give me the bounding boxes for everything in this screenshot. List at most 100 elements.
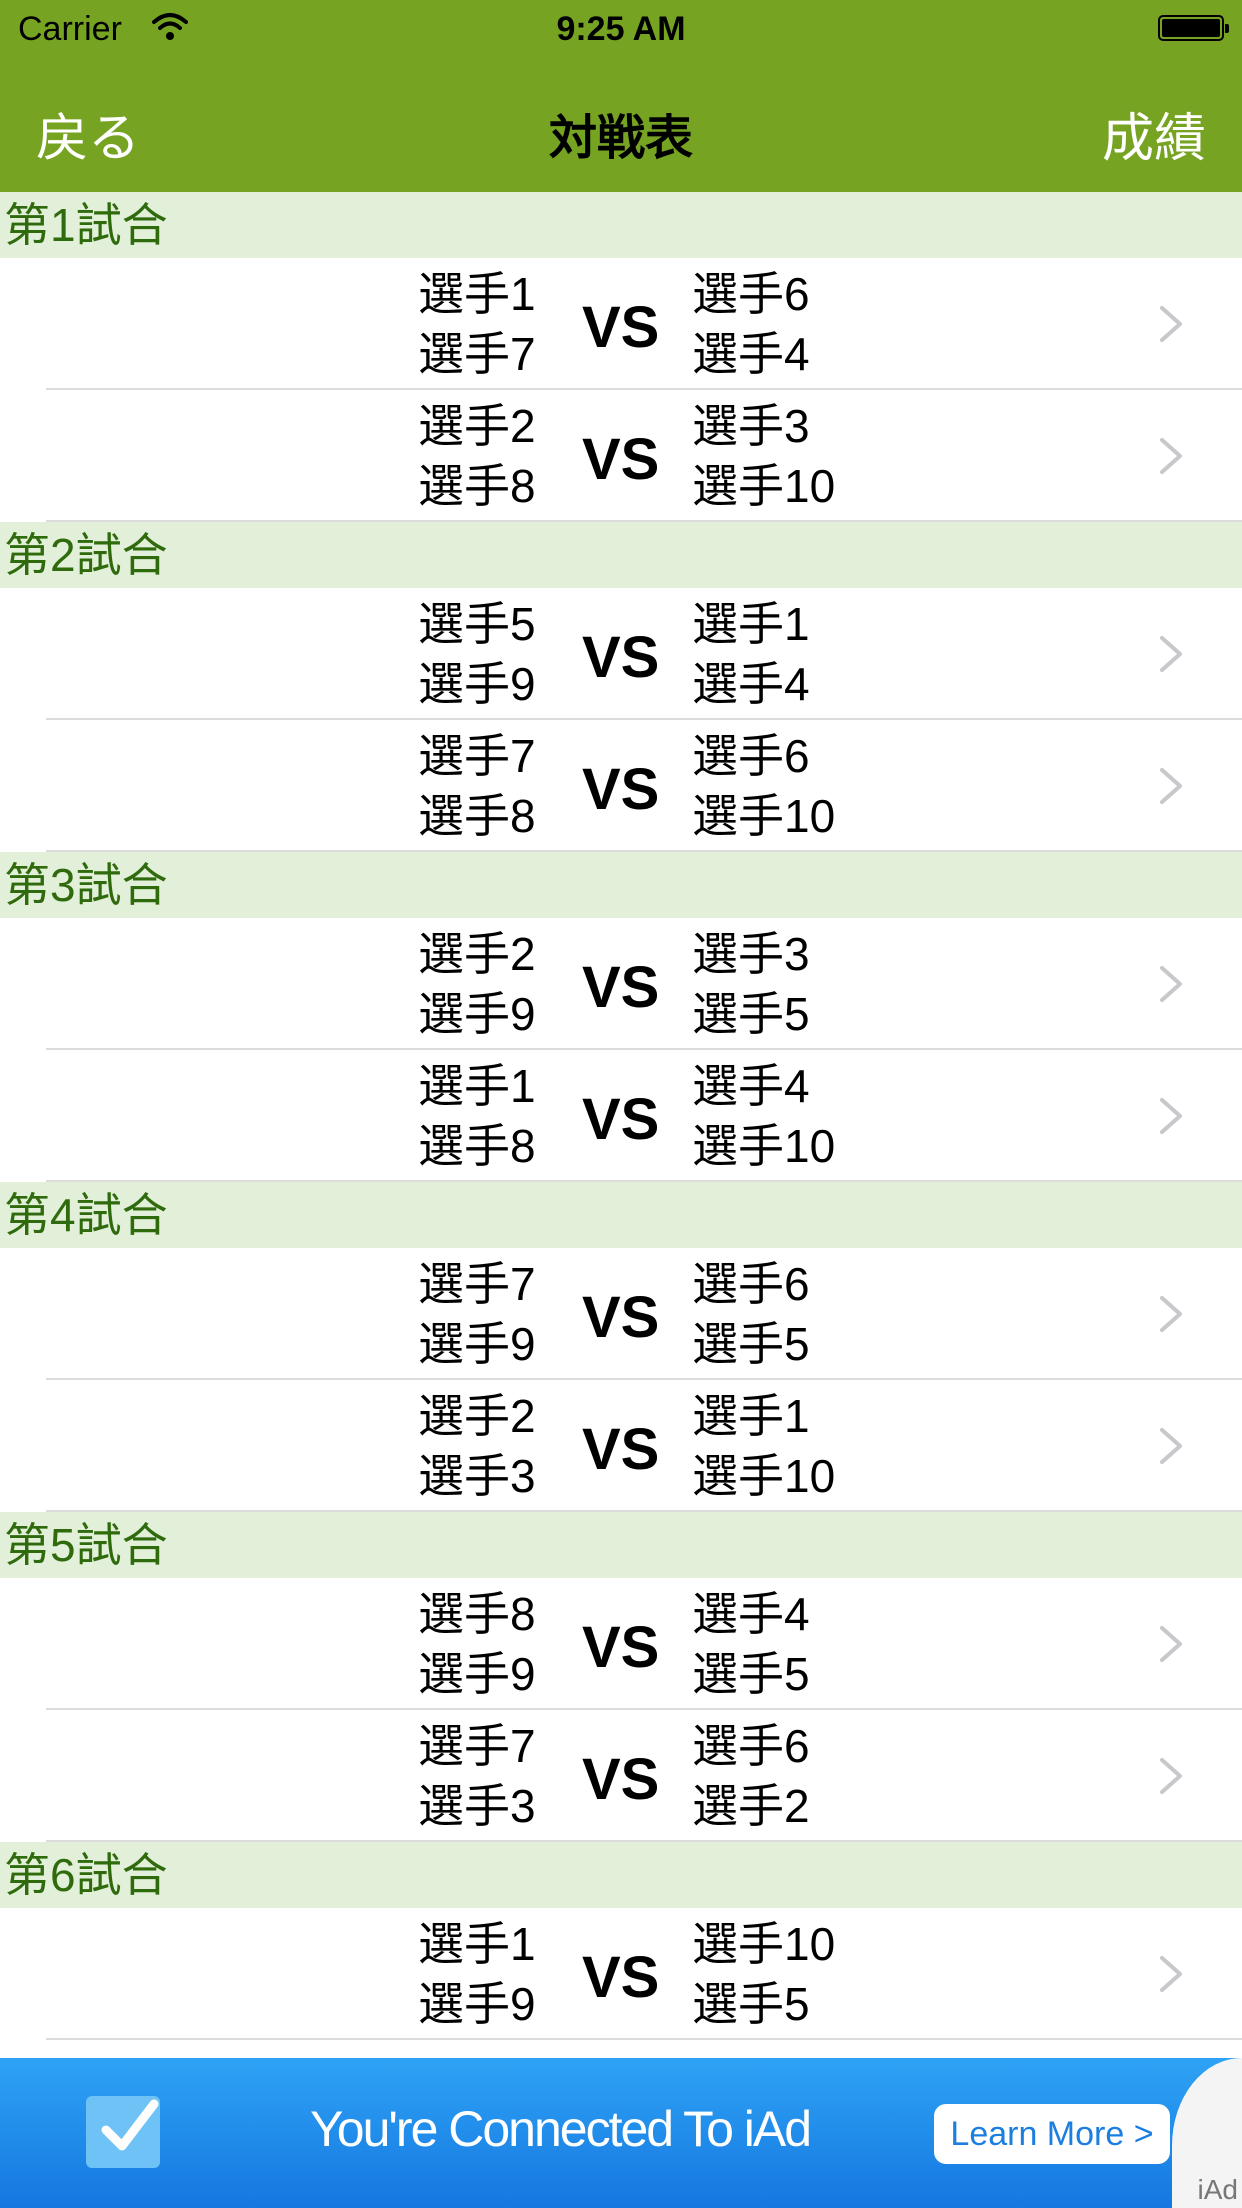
right-team: 選手10 選手5 xyxy=(692,1914,835,2034)
player-name: 選手6 xyxy=(692,1258,810,1310)
vs-label: VS xyxy=(582,1615,660,1680)
right-team: 選手3 選手5 xyxy=(692,924,810,1044)
vs-label: VS xyxy=(582,1087,660,1152)
checkmark-icon xyxy=(86,2096,160,2168)
match-row[interactable]: 選手5 選手9 VS 選手1 選手4 xyxy=(0,588,1242,720)
player-name: 選手5 xyxy=(692,1978,810,2030)
player-name: 選手8 xyxy=(418,790,536,842)
ad-message: You're Connected To iAd xyxy=(310,2101,812,2157)
player-name: 選手2 xyxy=(418,400,536,452)
left-team: 選手7 選手9 xyxy=(418,1254,536,1374)
player-name: 選手6 xyxy=(692,1720,810,1772)
player-name: 選手7 xyxy=(418,1258,536,1310)
chevron-right-icon xyxy=(1160,768,1182,804)
right-team: 選手1 選手4 xyxy=(692,594,810,714)
player-name: 選手4 xyxy=(692,328,810,380)
learn-more-button[interactable]: Learn More > xyxy=(934,2104,1170,2164)
player-name: 選手5 xyxy=(692,1648,810,1700)
chevron-right-icon xyxy=(1160,1626,1182,1662)
vs-label: VS xyxy=(582,1747,660,1812)
section-header: 第3試合 xyxy=(0,852,1242,918)
vs-label: VS xyxy=(582,1945,660,2010)
player-name: 選手1 xyxy=(418,1918,536,1970)
player-name: 選手3 xyxy=(692,928,810,980)
chevron-right-icon xyxy=(1160,306,1182,342)
player-name: 選手10 xyxy=(692,1918,836,1970)
player-name: 選手3 xyxy=(418,1450,536,1502)
player-name: 選手6 xyxy=(692,730,810,782)
chevron-right-icon xyxy=(1160,1296,1182,1332)
vs-label: VS xyxy=(582,625,660,690)
match-row[interactable]: 選手8 選手9 VS 選手4 選手5 xyxy=(0,1578,1242,1710)
navigation-bar: Carrier 9:25 AM 戻る 対戦表 成績 xyxy=(0,0,1242,192)
row-separator xyxy=(46,520,1242,522)
left-team: 選手1 選手9 xyxy=(418,1914,536,2034)
match-row[interactable]: 選手2 選手3 VS 選手1 選手10 xyxy=(0,1380,1242,1512)
player-name: 選手4 xyxy=(692,1588,810,1640)
player-name: 選手1 xyxy=(692,598,810,650)
left-team: 選手7 選手3 xyxy=(418,1716,536,1836)
match-row[interactable]: 選手1 選手8 VS 選手4 選手10 xyxy=(0,1050,1242,1182)
match-row[interactable]: 選手1 選手7 VS 選手6 選手4 xyxy=(0,258,1242,390)
player-name: 選手3 xyxy=(692,400,810,452)
player-name: 選手5 xyxy=(692,988,810,1040)
match-row[interactable]: 選手2 選手9 VS 選手3 選手5 xyxy=(0,918,1242,1050)
vs-label: VS xyxy=(582,955,660,1020)
player-name: 選手7 xyxy=(418,328,536,380)
player-name: 選手5 xyxy=(692,1318,810,1370)
left-team: 選手2 選手3 xyxy=(418,1386,536,1506)
chevron-right-icon xyxy=(1160,438,1182,474)
chevron-right-icon xyxy=(1160,636,1182,672)
player-name: 選手4 xyxy=(692,658,810,710)
chevron-right-icon xyxy=(1160,1098,1182,1134)
match-row[interactable]: 選手7 選手9 VS 選手6 選手5 xyxy=(0,1248,1242,1380)
match-row[interactable]: 選手7 選手3 VS 選手6 選手2 xyxy=(0,1710,1242,1842)
right-team: 選手4 選手10 xyxy=(692,1056,835,1176)
left-team: 選手2 選手8 xyxy=(418,396,536,516)
player-name: 選手2 xyxy=(418,1390,536,1442)
vs-label: VS xyxy=(582,1417,660,1482)
player-name: 選手8 xyxy=(418,1588,536,1640)
vs-label: VS xyxy=(582,1285,660,1350)
vs-label: VS xyxy=(582,427,660,492)
match-row[interactable]: 選手2 選手8 VS 選手3 選手10 xyxy=(0,390,1242,522)
section-header: 第4試合 xyxy=(0,1182,1242,1248)
player-name: 選手8 xyxy=(418,1120,536,1172)
player-name: 選手1 xyxy=(418,1060,536,1112)
left-team: 選手5 選手9 xyxy=(418,594,536,714)
player-name: 選手4 xyxy=(692,1060,810,1112)
row-separator xyxy=(46,1840,1242,1842)
right-team: 選手3 選手10 xyxy=(692,396,835,516)
match-row[interactable]: 選手1 選手9 VS 選手10 選手5 xyxy=(0,1908,1242,2040)
player-name: 選手3 xyxy=(418,1780,536,1832)
player-name: 選手2 xyxy=(418,928,536,980)
player-name: 選手5 xyxy=(418,598,536,650)
status-bar: Carrier 9:25 AM xyxy=(0,0,1242,60)
battery-icon xyxy=(1158,15,1229,41)
player-name: 選手8 xyxy=(418,460,536,512)
iad-banner[interactable]: You're Connected To iAd Learn More > iAd xyxy=(0,2058,1242,2208)
match-row[interactable]: 選手7 選手8 VS 選手6 選手10 xyxy=(0,720,1242,852)
match-table[interactable]: 第1試合 選手1 選手7 VS 選手6 選手4 選手2 選手8 VS 選手3 選手10 第2試合 選手5… xyxy=(0,192,1242,2058)
left-team: 選手2 選手9 xyxy=(418,924,536,1044)
player-name: 選手10 xyxy=(692,1450,836,1502)
right-team: 選手4 選手5 xyxy=(692,1584,810,1704)
section-header: 第5試合 xyxy=(0,1512,1242,1578)
chevron-right-icon xyxy=(1160,966,1182,1002)
row-separator xyxy=(46,1510,1242,1512)
right-team: 選手1 選手10 xyxy=(692,1386,835,1506)
section-header: 第6試合 xyxy=(0,1842,1242,1908)
player-name: 選手2 xyxy=(692,1780,810,1832)
player-name: 選手10 xyxy=(692,460,836,512)
left-team: 選手1 選手8 xyxy=(418,1056,536,1176)
results-button[interactable]: 成績 xyxy=(1102,96,1206,171)
player-name: 選手9 xyxy=(418,658,536,710)
section-header: 第2試合 xyxy=(0,522,1242,588)
iad-label: iAd xyxy=(1197,2174,1238,2205)
page-title: 対戦表 xyxy=(548,112,693,165)
chevron-right-icon xyxy=(1160,1956,1182,1992)
player-name: 選手10 xyxy=(692,790,836,842)
player-name: 選手9 xyxy=(418,1978,536,2030)
player-name: 選手9 xyxy=(418,1648,536,1700)
player-name: 選手7 xyxy=(418,730,536,782)
